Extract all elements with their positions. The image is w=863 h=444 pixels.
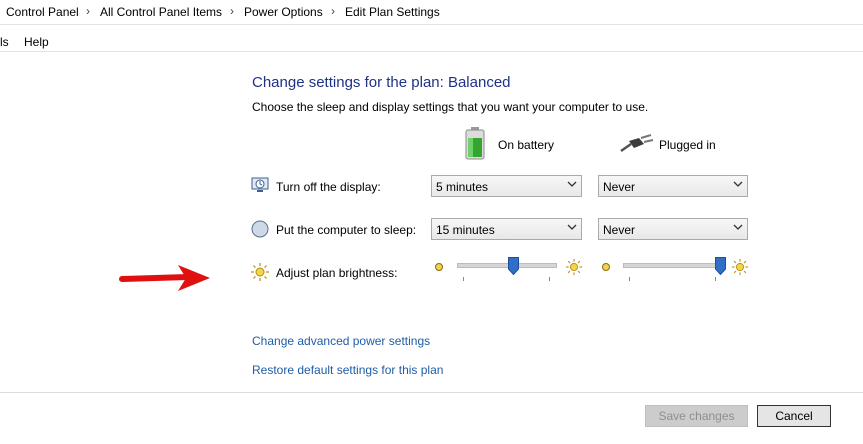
- display-battery-select[interactable]: 5 minutes: [431, 175, 582, 197]
- sleep-battery-select[interactable]: 15 minutes: [431, 218, 582, 240]
- menu-bar: ls Help: [0, 25, 863, 52]
- brightness-icon: [251, 263, 269, 281]
- red-arrow-icon: [119, 265, 210, 291]
- sleep-label: Put the computer to sleep:: [276, 223, 417, 237]
- plug-icon: [620, 134, 654, 153]
- display-plugged-value: Never: [603, 180, 636, 194]
- sleep-plugged-select[interactable]: Never: [598, 218, 748, 240]
- breadcrumb-edit-plan: Edit Plan Settings: [345, 5, 440, 19]
- slider-tick: [629, 277, 630, 281]
- breadcrumb-separator[interactable]: ›: [331, 4, 335, 18]
- display-icon: [251, 177, 269, 192]
- chevron-down-icon: [733, 181, 743, 187]
- restore-defaults-link[interactable]: Restore default settings for this plan: [252, 363, 443, 377]
- save-changes-button[interactable]: Save changes: [645, 405, 748, 427]
- breadcrumb-control-panel[interactable]: Control Panel: [6, 5, 79, 19]
- display-label: Turn off the display:: [276, 180, 381, 194]
- page-description: Choose the sleep and display settings th…: [252, 100, 649, 114]
- menu-tools[interactable]: ls: [0, 35, 9, 49]
- battery-brightness-track[interactable]: [457, 263, 557, 268]
- sleep-plugged-value: Never: [603, 223, 636, 237]
- moon-icon: [251, 220, 269, 238]
- breadcrumb-separator[interactable]: ›: [230, 4, 234, 18]
- slider-tick: [549, 277, 550, 281]
- sleep-battery-value: 15 minutes: [436, 223, 495, 237]
- dim-brightness-icon: [435, 263, 443, 271]
- cancel-button[interactable]: Cancel: [757, 405, 831, 427]
- plugged-brightness-thumb[interactable]: [714, 257, 726, 275]
- dim-brightness-icon: [602, 263, 610, 271]
- breadcrumb-power-options[interactable]: Power Options: [244, 5, 323, 19]
- advanced-settings-link[interactable]: Change advanced power settings: [252, 334, 430, 348]
- plugged-brightness-track[interactable]: [623, 263, 723, 268]
- slider-tick: [715, 277, 716, 281]
- breadcrumb-all-items[interactable]: All Control Panel Items: [100, 5, 222, 19]
- battery-icon: [465, 127, 485, 160]
- display-battery-value: 5 minutes: [436, 180, 489, 194]
- breadcrumb: Control Panel › All Control Panel Items …: [0, 0, 863, 25]
- brightness-label: Adjust plan brightness:: [276, 266, 398, 280]
- column-on-battery: On battery: [498, 138, 555, 152]
- footer-divider: [0, 392, 863, 393]
- battery-brightness-thumb[interactable]: [508, 257, 520, 275]
- chevron-down-icon: [567, 181, 577, 187]
- bright-brightness-icon: [565, 258, 583, 276]
- chevron-down-icon: [733, 224, 743, 230]
- bright-brightness-icon: [731, 258, 749, 276]
- menu-help[interactable]: Help: [24, 35, 49, 49]
- display-plugged-select[interactable]: Never: [598, 175, 748, 197]
- breadcrumb-separator[interactable]: ›: [86, 4, 90, 18]
- page-title: Change settings for the plan: Balanced: [252, 74, 511, 91]
- slider-tick: [463, 277, 464, 281]
- column-plugged-in: Plugged in: [659, 138, 716, 152]
- chevron-down-icon: [567, 224, 577, 230]
